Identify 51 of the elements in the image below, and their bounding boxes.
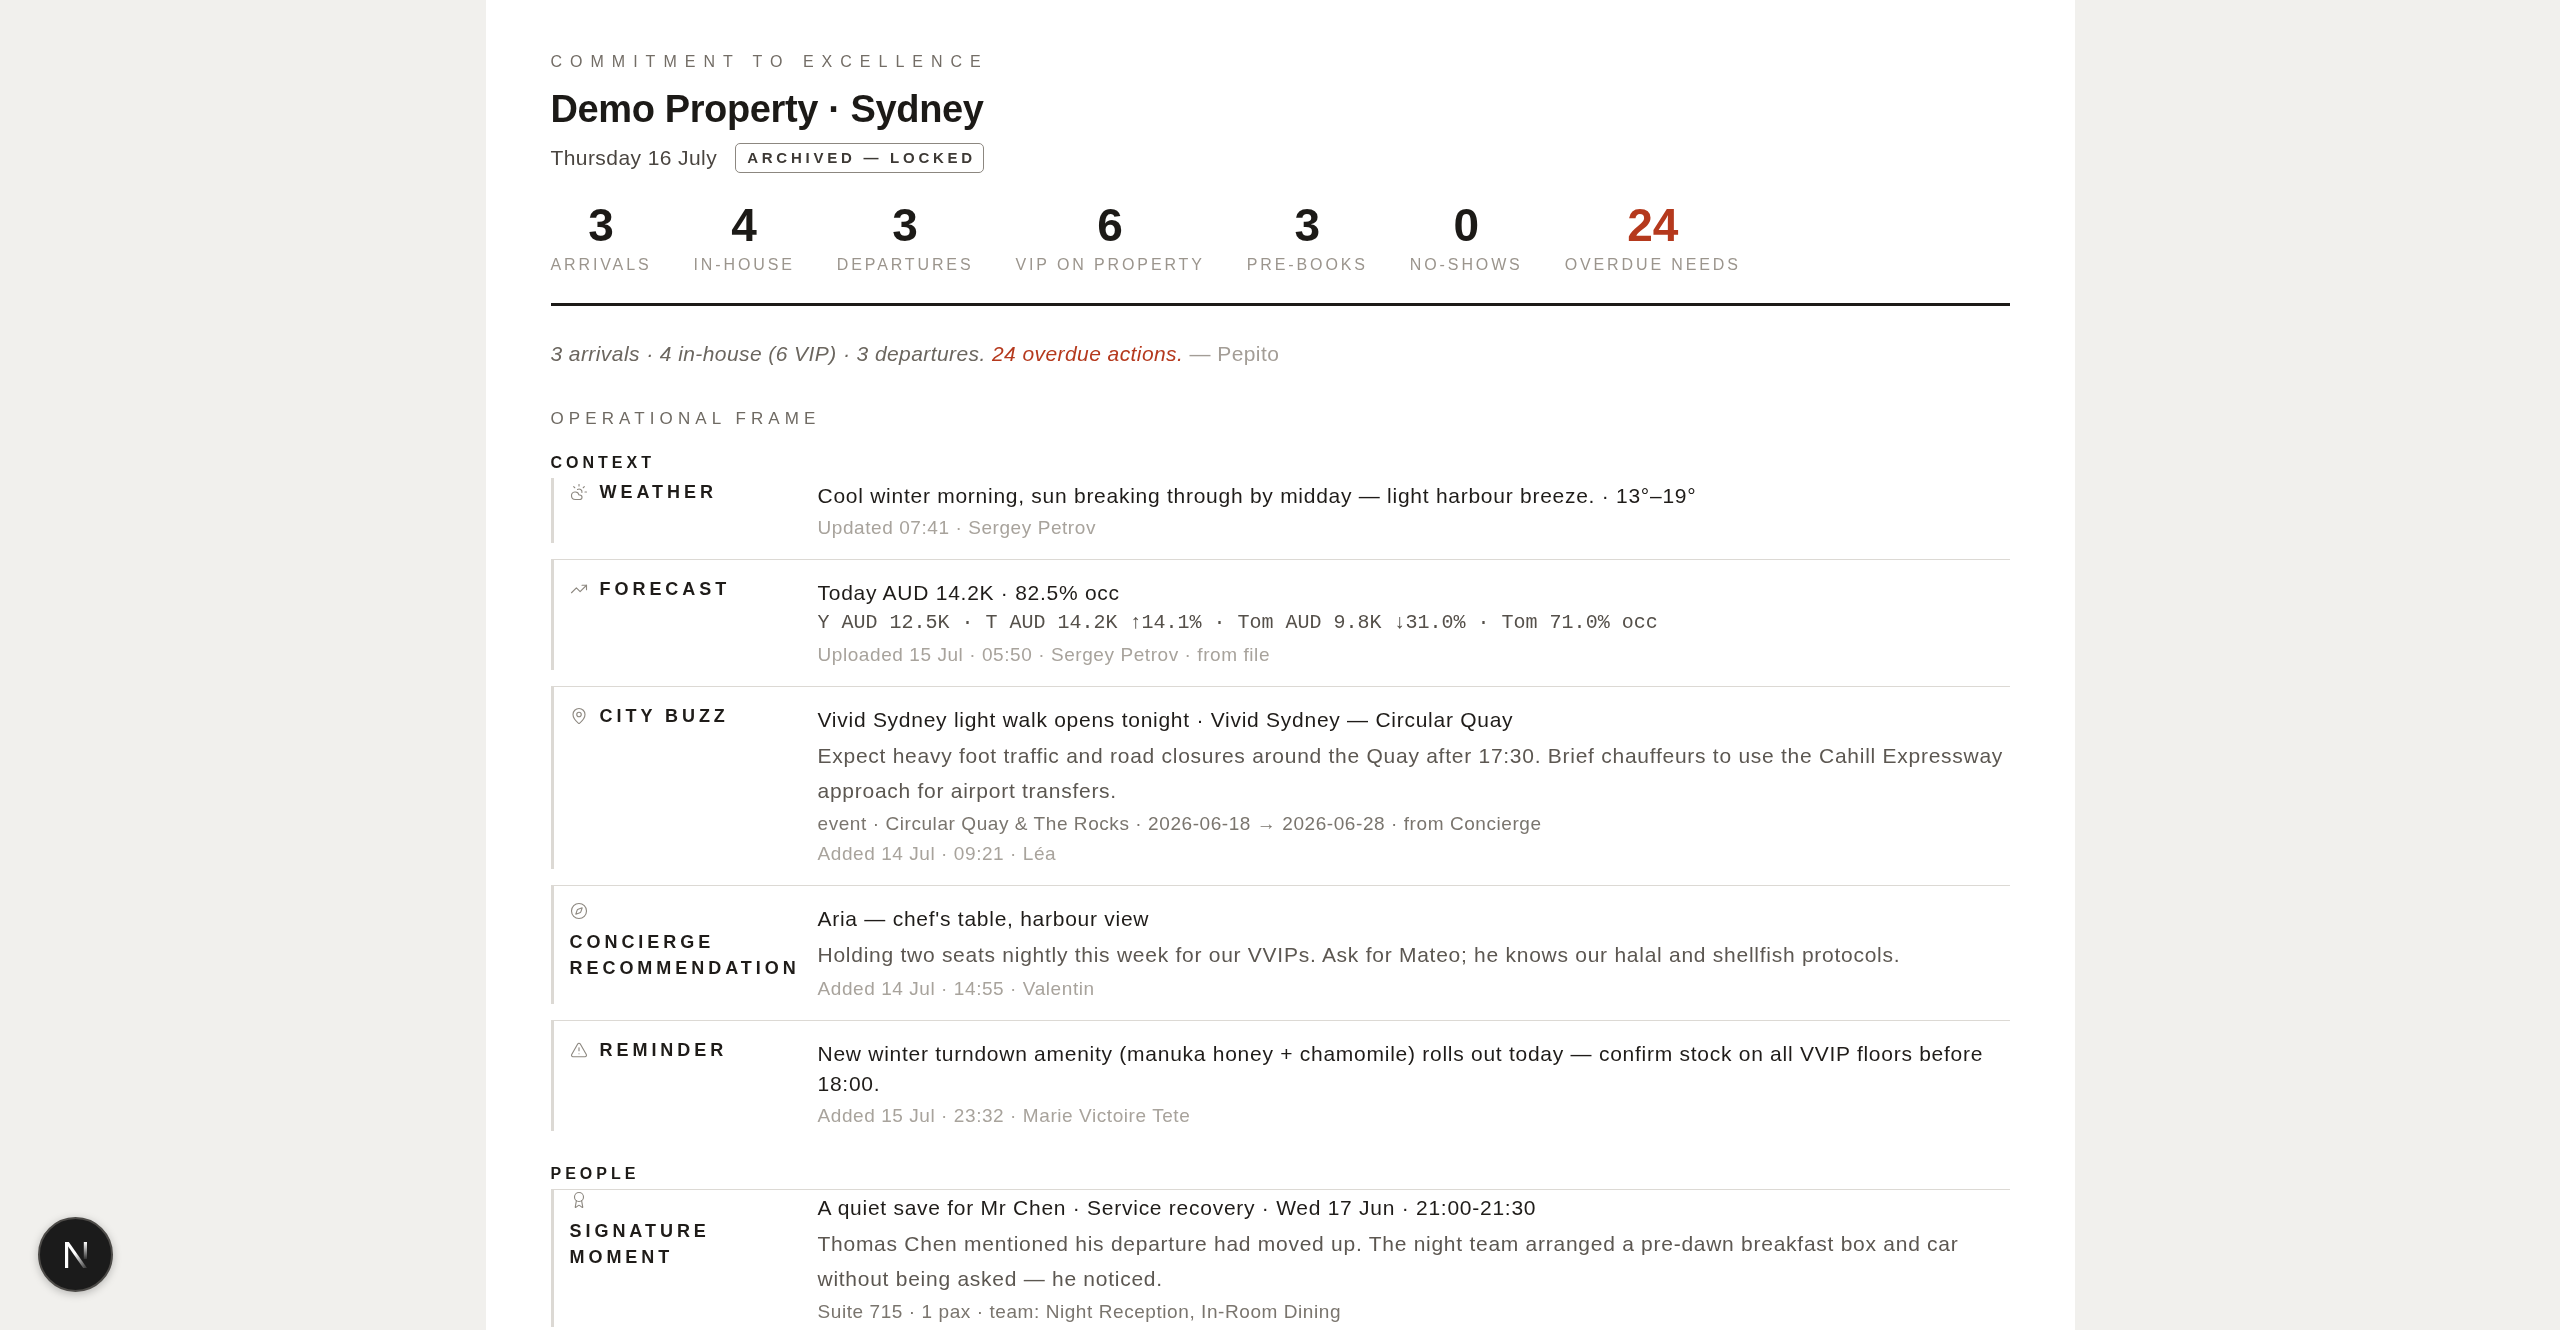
- stat-label: PRE-BOOKS: [1246, 255, 1368, 275]
- section-heading: OPERATIONAL FRAME: [550, 408, 822, 430]
- stat-value: 3: [1294, 199, 1321, 251]
- stat-label: DEPARTURES: [836, 255, 974, 275]
- stat-label: IN-HOUSE: [693, 255, 795, 275]
- logo-button[interactable]: [38, 1217, 113, 1292]
- entry-details: event · Circular Quay & The Rocks · 2026-06-18 → 2026-06-28 · from Concierge: [817, 812, 1543, 836]
- entry-details: Suite 715 · 1 pax · team: Night Reception, In-Room Dining: [817, 1300, 1343, 1324]
- stat-label: VIP ON PROPERTY: [1015, 255, 1205, 275]
- property-title: Demo Property · Sydney: [550, 87, 985, 132]
- eyebrow-text: COMMITMENT TO EXCELLENCE: [550, 52, 990, 72]
- entry-headline: Aria — chef's table, harbour view: [817, 906, 1151, 932]
- entry-label: FORECAST: [599, 578, 731, 601]
- entry-label: WEATHER: [599, 481, 717, 504]
- stat-value: 3: [892, 199, 918, 251]
- stat-value: 4: [731, 199, 757, 251]
- stat-label: OVERDUE NEEDS: [1564, 255, 1741, 275]
- stat-value: 24: [1627, 199, 1679, 251]
- logo-icon: [64, 1241, 87, 1268]
- entry-body: Holding two seats nightly this week for our VVIPs. Ask for Mateo; he knows our halal and shellfish protocols.: [817, 942, 1902, 968]
- entry-headline: A quiet save for Mr Chen · Service recovery · Wed 17 Jun · 21:00-21:30: [817, 1195, 1538, 1221]
- entry-headline: Cool winter morning, sun breaking through by midday — light harbour breeze. · 13°–19°: [817, 483, 1698, 509]
- entry-label: REMINDER: [599, 1039, 728, 1062]
- entry-headline: Vivid Sydney light walk opens tonight · Vivid Sydney — Circular Quay: [817, 707, 1515, 733]
- entry-label: SIGNATURE MOMENT: [569, 1220, 711, 1269]
- entry-body: Expect heavy foot traffic and road closures around the Quay after 17:30. Brief chauffeurs to use the Cahill Expressway approach for airport transfers.: [817, 743, 2005, 804]
- group-heading: CONTEXT: [550, 453, 656, 473]
- summary-text: 3 arrivals · 4 in-house (6 VIP) · 3 departures. 24 overdue actions. — Pepito: [550, 341, 1281, 367]
- date-text: Thursday 16 July: [550, 145, 718, 171]
- entry-headline: New winter turndown amenity (manuka honey + chamomile) rolls out today — confirm stock on all VVIP floors before 18:00.: [817, 1041, 1985, 1097]
- compass-icon: [569, 902, 588, 920]
- stat-value: 3: [588, 199, 614, 251]
- entry-headline: Today AUD 14.2K · 82.5% occ: [817, 580, 1121, 606]
- sun-cloud-icon: [569, 483, 588, 501]
- entry-meta: Added 15 Jul · 23:32 · Marie Victoire Tete: [817, 1104, 1192, 1128]
- group-heading: PEOPLE: [550, 1164, 641, 1184]
- stat-value: 6: [1097, 199, 1123, 251]
- entry-meta: Uploaded 15 Jul · 05:50 · Sergey Petrov · from file: [817, 643, 1272, 667]
- status-badge: ARCHIVED — LOCKED: [735, 143, 984, 173]
- forecast-figures: Y AUD 12.5K · T AUD 14.2K ↑14.1% · Tom AUD 9.8K ↓31.0% · Tom 71.0% occ: [817, 610, 1659, 636]
- stat-value: 0: [1453, 199, 1480, 251]
- entry-label: CITY BUZZ: [599, 705, 729, 728]
- stat-label: ARRIVALS: [550, 255, 652, 275]
- entry-meta: Updated 07:41 · Sergey Petrov: [817, 516, 1097, 540]
- stat-label: NO-SHOWS: [1409, 255, 1523, 275]
- entry-meta: Added 14 Jul · 09:21 · Léa: [817, 842, 1058, 866]
- entry-label: CONCIERGE RECOMMENDATION: [569, 931, 801, 980]
- warning-icon: [569, 1041, 588, 1059]
- map-pin-icon: [569, 707, 588, 725]
- entry-meta: Added 14 Jul · 14:55 · Valentin: [817, 977, 1096, 1001]
- entry-body: Thomas Chen mentioned his departure had moved up. The night team arranged a pre-dawn breakfast box and car without being asked — he noticed.: [817, 1231, 1960, 1292]
